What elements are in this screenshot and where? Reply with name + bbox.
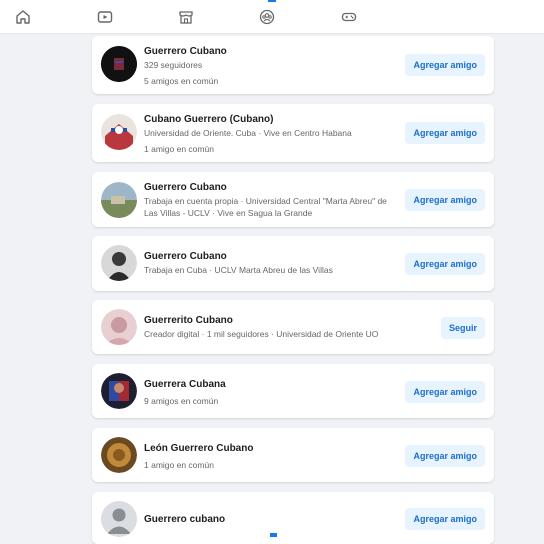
add-friend-button[interactable]: Agregar amigo [405, 445, 485, 467]
default-avatar-icon[interactable] [101, 501, 137, 537]
add-friend-button[interactable]: Agregar amigo [405, 508, 485, 530]
mutual-friends-text: 1 amigo en común [144, 144, 214, 154]
result-name[interactable]: Guerrero Cubano [144, 181, 400, 194]
result-name[interactable]: Guerrero Cubano [144, 250, 402, 263]
result-name[interactable]: Guerrero cubano [144, 513, 402, 526]
result-card[interactable]: Guerrero Cubano Trabaja en Cuba · UCLV M… [92, 236, 494, 291]
add-friend-button[interactable]: Agregar amigo [405, 54, 485, 76]
avatar[interactable] [101, 309, 137, 345]
mutual-friends-text: 5 amigos en común [144, 76, 219, 86]
avatar[interactable] [101, 437, 137, 473]
result-name[interactable]: Guerrerito Cubano [144, 314, 402, 327]
result-detail: Universidad de Oriente. Cuba · Vive en C… [144, 128, 352, 138]
mutual-friends-text: 1 amigo en común [144, 460, 214, 470]
avatar[interactable] [101, 373, 137, 409]
result-detail: Trabaja en cuenta propia · Universidad C… [144, 196, 387, 218]
result-detail: Trabaja en Cuba · UCLV Marta Abreu de la… [144, 265, 333, 275]
add-friend-button[interactable]: Agregar amigo [405, 381, 485, 403]
gaming-icon[interactable] [340, 8, 358, 26]
result-card[interactable]: Guerrerito Cubano Creador digital · 1 mi… [92, 300, 494, 354]
result-card[interactable]: Guerrera Cubana 9 amigos en común Agrega… [92, 364, 494, 418]
result-card[interactable]: Guerrero Cubano 329 seguidores 5 amigos … [92, 36, 494, 94]
marketplace-icon[interactable] [177, 8, 195, 26]
result-name[interactable]: León Guerrero Cubano [144, 442, 402, 455]
result-detail: Creador digital · 1 mil seguidores · Uni… [144, 329, 379, 339]
top-navigation-bar [0, 0, 544, 34]
add-friend-button[interactable]: Agregar amigo [405, 253, 485, 275]
add-friend-button[interactable]: Agregar amigo [405, 189, 485, 211]
home-icon[interactable] [14, 8, 32, 26]
result-card[interactable]: León Guerrero Cubano 1 amigo en común Ag… [92, 428, 494, 482]
groups-icon[interactable] [258, 8, 276, 26]
mutual-friends-text: 9 amigos en común [144, 396, 219, 406]
result-detail: 329 seguidores [144, 60, 203, 70]
avatar[interactable] [101, 46, 137, 82]
result-name[interactable]: Cubano Guerrero (Cubano) [144, 113, 402, 126]
result-name[interactable]: Guerrero Cubano [144, 45, 402, 58]
avatar[interactable] [101, 182, 137, 218]
avatar[interactable] [101, 245, 137, 281]
video-icon[interactable] [96, 8, 114, 26]
add-friend-button[interactable]: Agregar amigo [405, 122, 485, 144]
scroll-indicator [270, 533, 277, 537]
avatar[interactable] [101, 114, 137, 150]
result-card[interactable]: Cubano Guerrero (Cubano) Universidad de … [92, 104, 494, 162]
result-card[interactable]: Guerrero cubano Agregar amigo [92, 492, 494, 544]
active-tab-indicator [268, 0, 276, 2]
result-card[interactable]: Guerrero Cubano Trabaja en cuenta propia… [92, 172, 494, 227]
follow-button[interactable]: Seguir [440, 317, 485, 339]
result-name[interactable]: Guerrera Cubana [144, 378, 402, 391]
